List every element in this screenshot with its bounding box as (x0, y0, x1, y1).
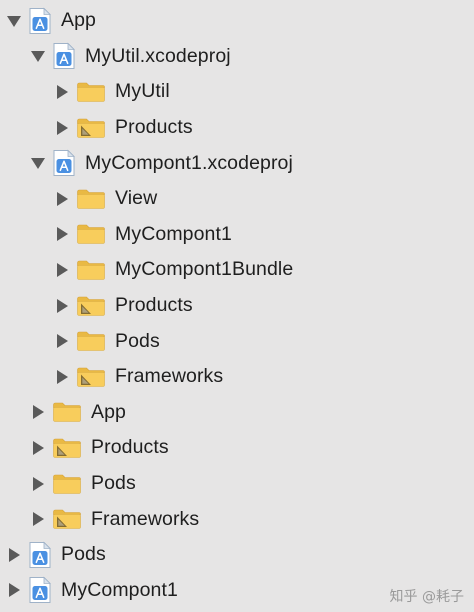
tree-item-pods[interactable]: Pods (0, 323, 474, 359)
tree-item-mycompont1-xcodeproj[interactable]: MyCompont1.xcodeproj (0, 145, 474, 181)
disclosure-collapsed-icon[interactable] (30, 476, 46, 492)
disclosure-collapsed-icon[interactable] (54, 333, 70, 349)
disclosure-collapsed-icon[interactable] (6, 547, 22, 563)
disclosure-collapsed-icon[interactable] (54, 226, 70, 242)
tree-item-label: MyCompont1 (61, 578, 178, 601)
disclosure-expanded-icon[interactable] (30, 48, 46, 64)
disclosure-collapsed-icon[interactable] (30, 440, 46, 456)
xcode-project-icon (28, 7, 52, 35)
products-folder-icon (52, 437, 82, 459)
products-folder-icon (76, 366, 106, 388)
tree-item-products[interactable]: Products (0, 288, 474, 324)
tree-item-label: MyCompont1Bundle (115, 258, 294, 281)
tree-item-label: Pods (61, 543, 106, 566)
xcode-project-icon (28, 541, 52, 569)
disclosure-expanded-icon[interactable] (6, 13, 22, 29)
folder-icon (76, 259, 106, 281)
tree-item-app[interactable]: App (0, 395, 474, 431)
folder-icon (52, 473, 82, 495)
tree-item-products[interactable]: Products (0, 110, 474, 146)
tree-item-label: MyCompont1 (115, 222, 232, 245)
tree-item-app[interactable]: App (0, 3, 474, 39)
tree-item-label: Frameworks (115, 365, 224, 388)
disclosure-collapsed-icon[interactable] (54, 120, 70, 136)
disclosure-expanded-icon[interactable] (30, 155, 46, 171)
tree-item-myutil[interactable]: MyUtil (0, 74, 474, 110)
file-tree: App MyUtil.xcodeproj MyUtil Products MyCompo… (0, 3, 474, 608)
tree-item-mycompont1bundle[interactable]: MyCompont1Bundle (0, 252, 474, 288)
tree-item-label: Products (115, 116, 193, 139)
disclosure-collapsed-icon[interactable] (54, 191, 70, 207)
tree-item-label: App (91, 400, 126, 423)
tree-item-myutil-xcodeproj[interactable]: MyUtil.xcodeproj (0, 39, 474, 75)
folder-icon (76, 330, 106, 352)
disclosure-collapsed-icon[interactable] (54, 84, 70, 100)
disclosure-collapsed-icon[interactable] (54, 262, 70, 278)
tree-item-label: View (115, 187, 158, 210)
tree-item-label: MyCompont1.xcodeproj (85, 151, 293, 174)
tree-item-mycompont1[interactable]: MyCompont1 (0, 217, 474, 253)
products-folder-icon (76, 117, 106, 139)
watermark: 知乎 @耗子 (389, 589, 464, 605)
disclosure-collapsed-icon[interactable] (54, 298, 70, 314)
tree-item-view[interactable]: View (0, 181, 474, 217)
tree-item-frameworks[interactable]: Frameworks (0, 501, 474, 537)
folder-icon (76, 188, 106, 210)
disclosure-collapsed-icon[interactable] (30, 511, 46, 527)
tree-item-frameworks[interactable]: Frameworks (0, 359, 474, 395)
tree-item-label: Products (115, 294, 193, 317)
project-navigator: App MyUtil.xcodeproj MyUtil Products MyCompo… (0, 0, 474, 612)
folder-icon (52, 401, 82, 423)
tree-item-label: Pods (115, 329, 160, 352)
folder-icon (76, 223, 106, 245)
tree-item-label: MyUtil.xcodeproj (85, 44, 231, 67)
tree-item-pods[interactable]: Pods (0, 466, 474, 502)
xcode-project-icon (52, 42, 76, 70)
disclosure-collapsed-icon[interactable] (54, 369, 70, 385)
tree-item-label: MyUtil (115, 80, 170, 103)
tree-item-pods[interactable]: Pods (0, 537, 474, 573)
disclosure-collapsed-icon[interactable] (30, 404, 46, 420)
products-folder-icon (76, 295, 106, 317)
tree-item-label: App (61, 9, 96, 32)
folder-icon (76, 81, 106, 103)
disclosure-collapsed-icon[interactable] (6, 582, 22, 598)
tree-item-label: Products (91, 436, 169, 459)
tree-item-label: Pods (91, 472, 136, 495)
tree-item-label: Frameworks (91, 507, 200, 530)
tree-item-products[interactable]: Products (0, 430, 474, 466)
products-folder-icon (52, 508, 82, 530)
xcode-project-icon (52, 149, 76, 177)
xcode-project-icon (28, 576, 52, 604)
